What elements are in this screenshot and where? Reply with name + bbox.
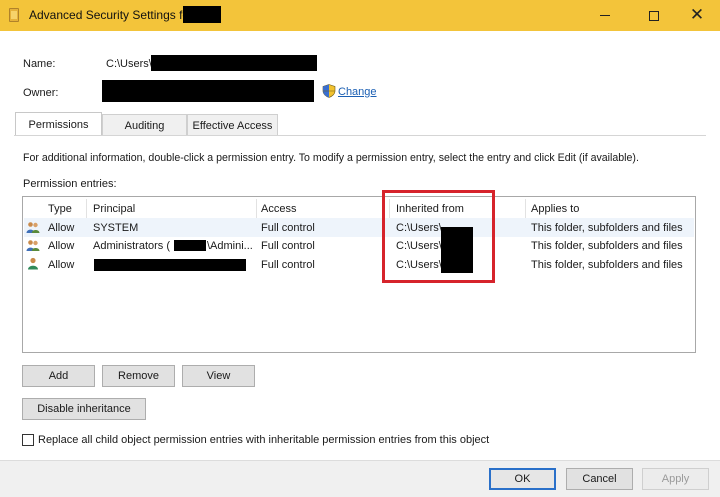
principal-redaction <box>94 259 246 271</box>
owner-label: Owner: <box>23 87 59 99</box>
tab-panel-border <box>14 135 706 136</box>
minimize-icon <box>600 15 610 16</box>
user-icon <box>28 257 38 270</box>
column-type[interactable]: Type <box>48 203 72 215</box>
tab-effective-access[interactable]: Effective Access <box>187 114 278 136</box>
change-owner-link[interactable]: Change <box>338 86 377 98</box>
column-applies-to[interactable]: Applies to <box>531 203 579 215</box>
title-redaction <box>183 6 221 23</box>
column-access[interactable]: Access <box>261 203 296 215</box>
maximize-button[interactable] <box>631 0 677 31</box>
row-applies-to: This folder, subfolders and files <box>531 222 683 234</box>
cancel-button[interactable]: Cancel <box>566 468 633 490</box>
row-type: Allow <box>48 259 75 271</box>
name-redaction <box>151 55 317 71</box>
apply-button[interactable]: Apply <box>642 468 709 490</box>
row-applies-to: This folder, subfolders and files <box>531 240 683 252</box>
users-group-icon <box>26 222 40 233</box>
tab-permissions[interactable]: Permissions <box>15 112 102 136</box>
name-label: Name: <box>23 58 56 70</box>
principal-redaction <box>174 240 206 251</box>
row-access: Full control <box>261 240 315 252</box>
row-type: Allow <box>48 240 75 252</box>
row-principal: SYSTEM <box>93 222 139 234</box>
title-bar[interactable]: Advanced Security Settings for ✕ <box>0 0 720 31</box>
row-applies-to: This folder, subfolders and files <box>531 259 683 271</box>
close-button[interactable]: ✕ <box>674 0 720 31</box>
column-principal[interactable]: Principal <box>93 203 135 215</box>
row-access: Full control <box>261 259 315 271</box>
disable-inheritance-button[interactable]: Disable inheritance <box>22 398 146 420</box>
close-icon: ✕ <box>689 5 705 25</box>
window-title: Advanced Security Settings for <box>29 8 194 22</box>
ok-button[interactable]: OK <box>489 468 556 490</box>
replace-child-permissions-checkbox[interactable] <box>22 434 34 446</box>
view-button[interactable]: View <box>182 365 255 387</box>
replace-child-permissions-label: Replace all child object permission entr… <box>38 434 490 446</box>
name-value: C:\Users\ <box>106 58 152 70</box>
row-principal-suffix: \Admini... <box>207 240 253 252</box>
owner-redaction <box>102 80 314 102</box>
folder-icon <box>9 8 19 22</box>
row-principal: Administrators ( <box>93 240 171 252</box>
tab-auditing[interactable]: Auditing <box>102 114 187 136</box>
remove-button[interactable]: Remove <box>102 365 175 387</box>
info-text: For additional information, double-click… <box>23 152 639 164</box>
row-access: Full control <box>261 222 315 234</box>
permission-entries-label: Permission entries: <box>23 178 117 190</box>
row-type: Allow <box>48 222 75 234</box>
maximize-icon <box>649 10 659 21</box>
users-group-icon <box>26 240 40 251</box>
add-button[interactable]: Add <box>22 365 95 387</box>
uac-shield-icon <box>322 84 336 98</box>
highlight-box <box>382 190 495 283</box>
minimize-button[interactable] <box>582 0 628 31</box>
